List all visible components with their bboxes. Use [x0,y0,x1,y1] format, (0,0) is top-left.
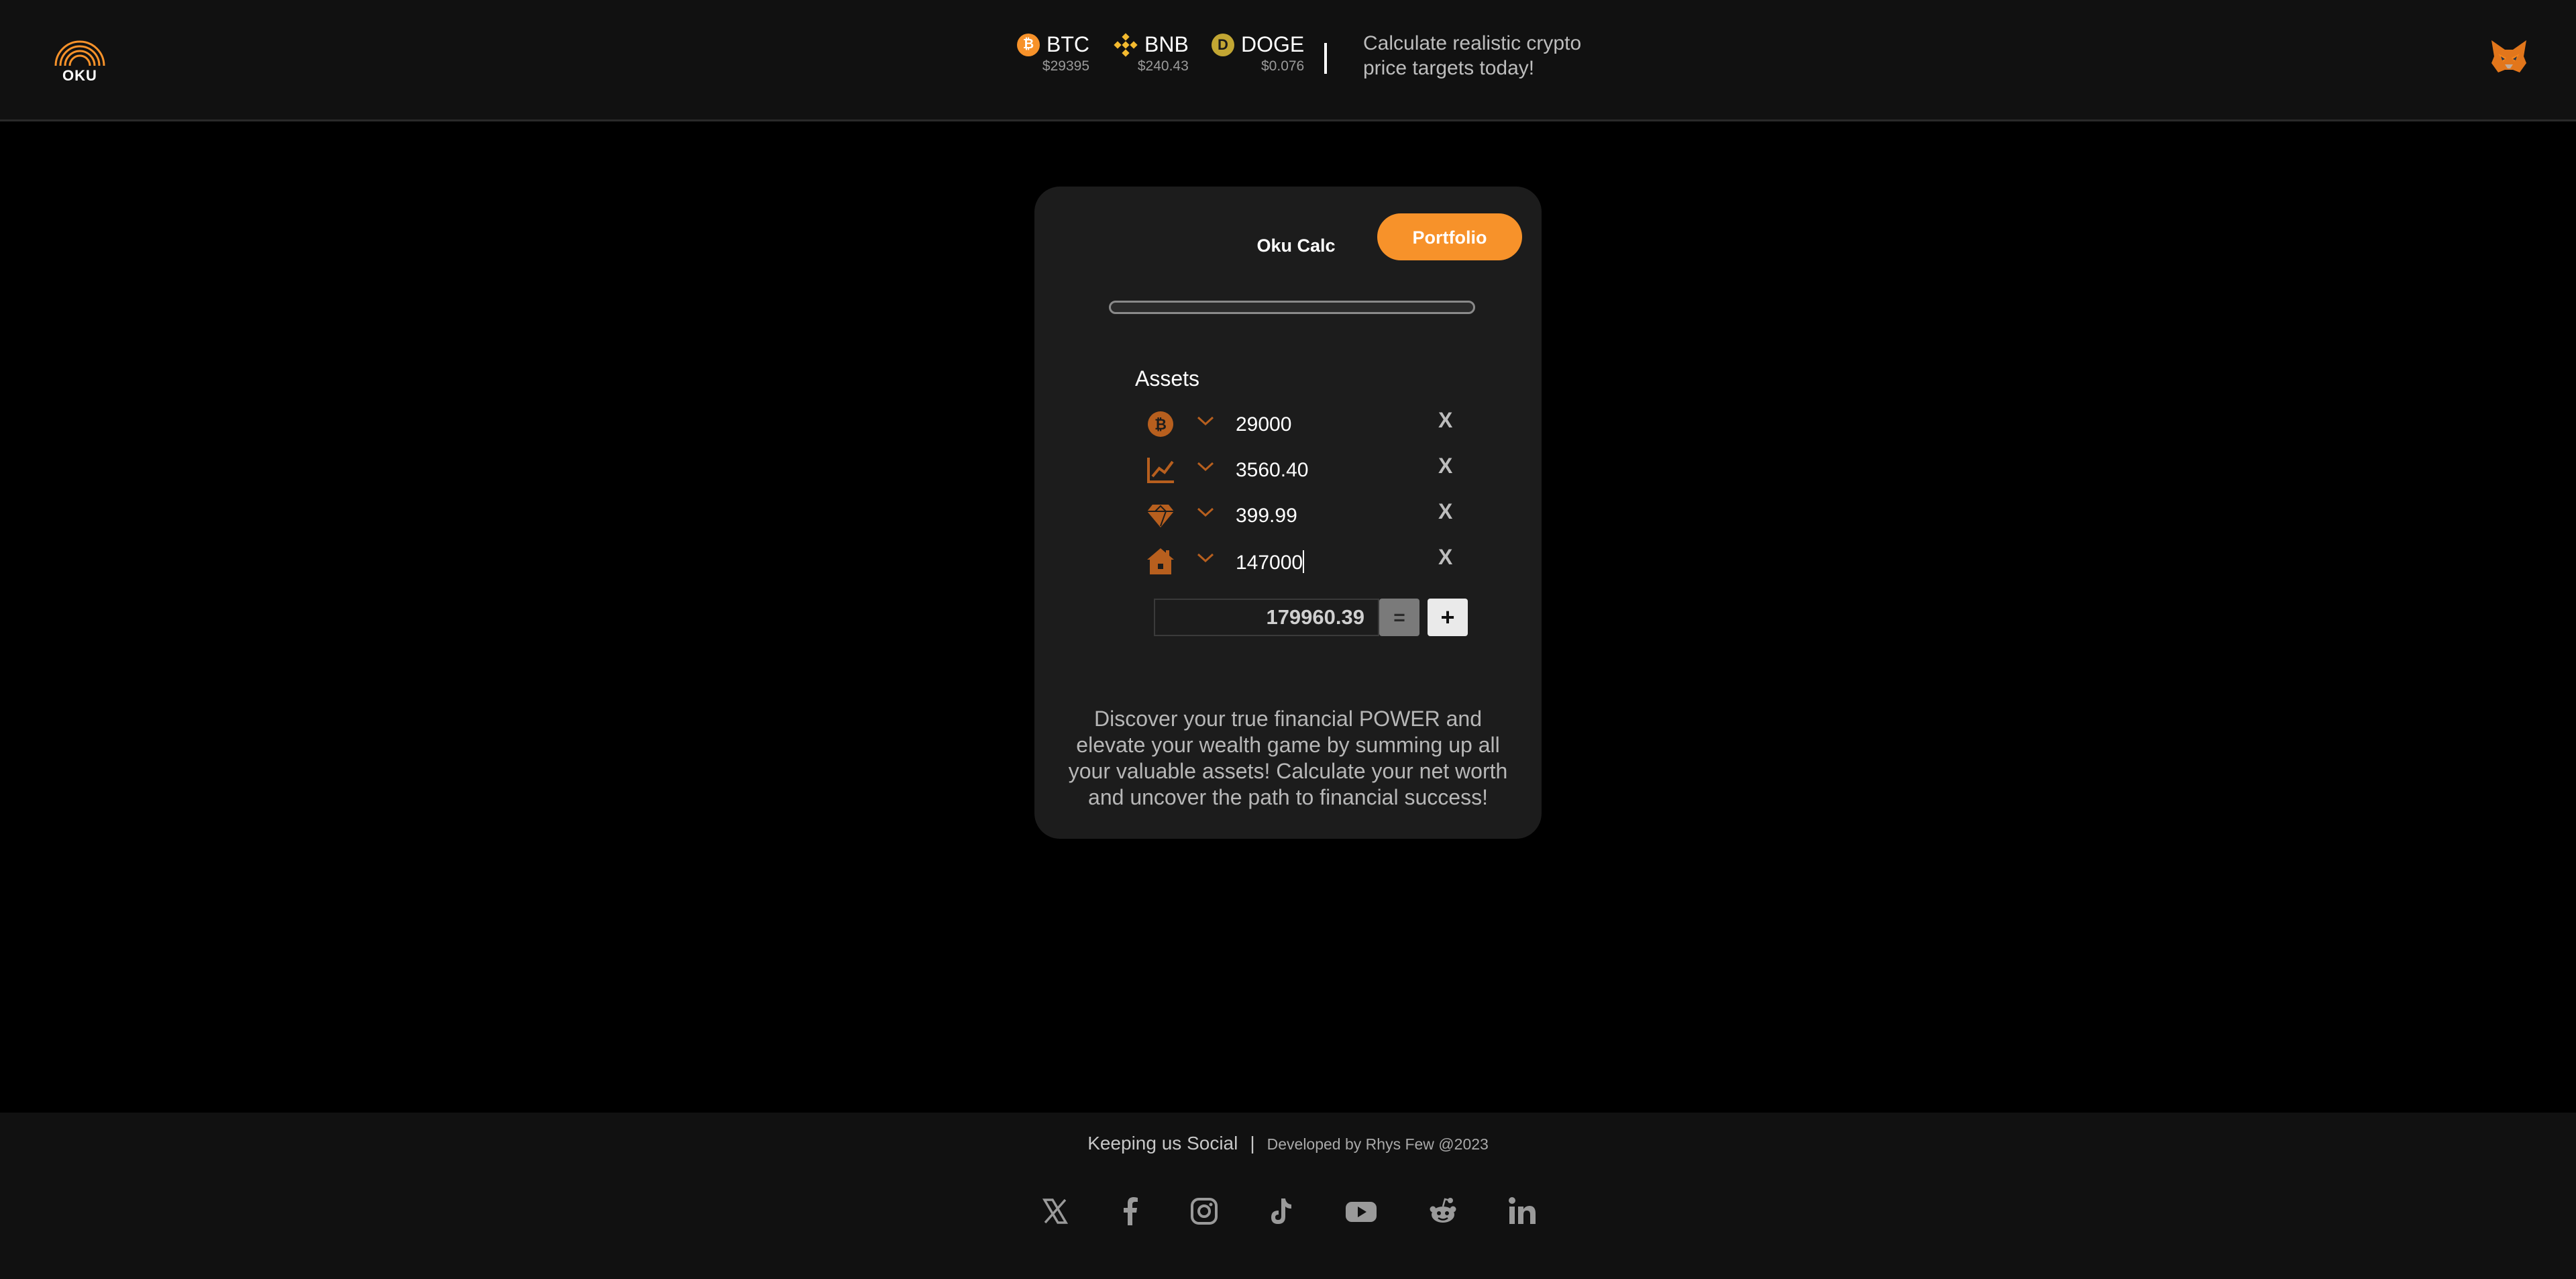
facebook-icon[interactable] [1114,1194,1147,1228]
asset-value-input[interactable]: 399.99 [1236,505,1297,527]
instagram-icon[interactable] [1187,1194,1221,1228]
chevron-down-icon[interactable] [1195,459,1216,474]
reddit-icon[interactable] [1426,1194,1460,1228]
header-tagline: Calculate realistic crypto price targets… [1363,31,1618,81]
asset-row: 399.99 [1146,501,1428,542]
header-divider [1324,43,1327,74]
ticker-price: $29395 [1042,58,1089,74]
chevron-down-icon[interactable] [1195,505,1216,519]
remove-asset-button[interactable]: X [1438,499,1452,524]
gem-icon[interactable] [1146,501,1175,530]
asset-value-input[interactable]: 147000 [1236,550,1305,574]
ticker-bnb[interactable]: BNB $240.43 [1114,32,1189,79]
portfolio-card: Oku Calc Portfolio Assets ₿ 29000 X 3560… [1034,187,1542,839]
bnb-icon [1114,32,1138,57]
oku-rings-icon [54,40,105,66]
oku-logo[interactable]: OKU [52,23,108,85]
linkedin-icon[interactable] [1505,1194,1539,1228]
ticker-doge[interactable]: D DOGE $0.076 [1212,32,1304,79]
x-icon[interactable] [1038,1194,1072,1228]
asset-value-input[interactable]: 3560.40 [1236,459,1308,482]
bitcoin-icon: ₿ [1017,33,1040,56]
card-description: Discover your true financial POWER and e… [1068,707,1508,809]
bitcoin-icon[interactable]: ₿ [1146,409,1175,439]
assets-heading: Assets [1135,366,1200,391]
tagline-line1: Calculate realistic crypto [1363,32,1582,54]
chevron-down-icon[interactable] [1195,413,1216,428]
social-heading: Keeping us Social [1087,1133,1238,1154]
ticker-price: $240.43 [1137,58,1189,74]
chevron-down-icon[interactable] [1195,550,1216,565]
tab-portfolio[interactable]: Portfolio [1377,213,1522,260]
progress-bar [1109,301,1475,314]
metamask-fox-icon[interactable] [2490,39,2528,74]
footer-separator: | [1250,1133,1255,1154]
ticker-symbol: BNB [1144,32,1189,56]
youtube-icon[interactable] [1344,1194,1379,1228]
footer: Keeping us Social | Developed by Rhys Few … [0,1113,2576,1279]
header: OKU ₿ BTC $29395 BNB $240.43 D DOGE $0.0… [0,0,2576,121]
remove-asset-button[interactable]: X [1438,454,1452,478]
add-asset-button[interactable]: + [1428,599,1468,636]
dogecoin-icon: D [1212,33,1234,56]
tab-oku-calc[interactable]: Oku Calc [1249,223,1343,267]
ticker-price: $0.076 [1261,58,1305,74]
equals-button[interactable]: = [1379,599,1419,636]
asset-row: ₿ 29000 [1146,409,1428,451]
total-output: 179960.39 [1154,599,1379,636]
ticker-btc[interactable]: ₿ BTC $29395 [1017,32,1089,79]
asset-row: 3560.40 [1146,455,1428,497]
text-caret [1303,550,1305,573]
remove-asset-button[interactable]: X [1438,408,1452,433]
ticker-symbol: BTC [1046,32,1089,56]
footer-credits: Keeping us Social | Developed by Rhys Few … [0,1133,2576,1154]
asset-value-text: 147000 [1236,552,1303,574]
svg-text:₿: ₿ [1155,417,1167,433]
remove-asset-button[interactable]: X [1438,545,1452,570]
house-icon[interactable] [1146,546,1175,576]
tiktok-icon[interactable] [1264,1194,1297,1228]
asset-row: 147000 [1146,546,1428,588]
developer-credit: Developed by Rhys Few @2023 [1267,1135,1489,1153]
logo-text: OKU [62,67,97,84]
stocks-chart-icon[interactable] [1146,455,1175,484]
tagline-line2: price targets today! [1363,57,1535,79]
asset-value-input[interactable]: 29000 [1236,413,1291,436]
ticker-symbol: DOGE [1241,32,1305,56]
